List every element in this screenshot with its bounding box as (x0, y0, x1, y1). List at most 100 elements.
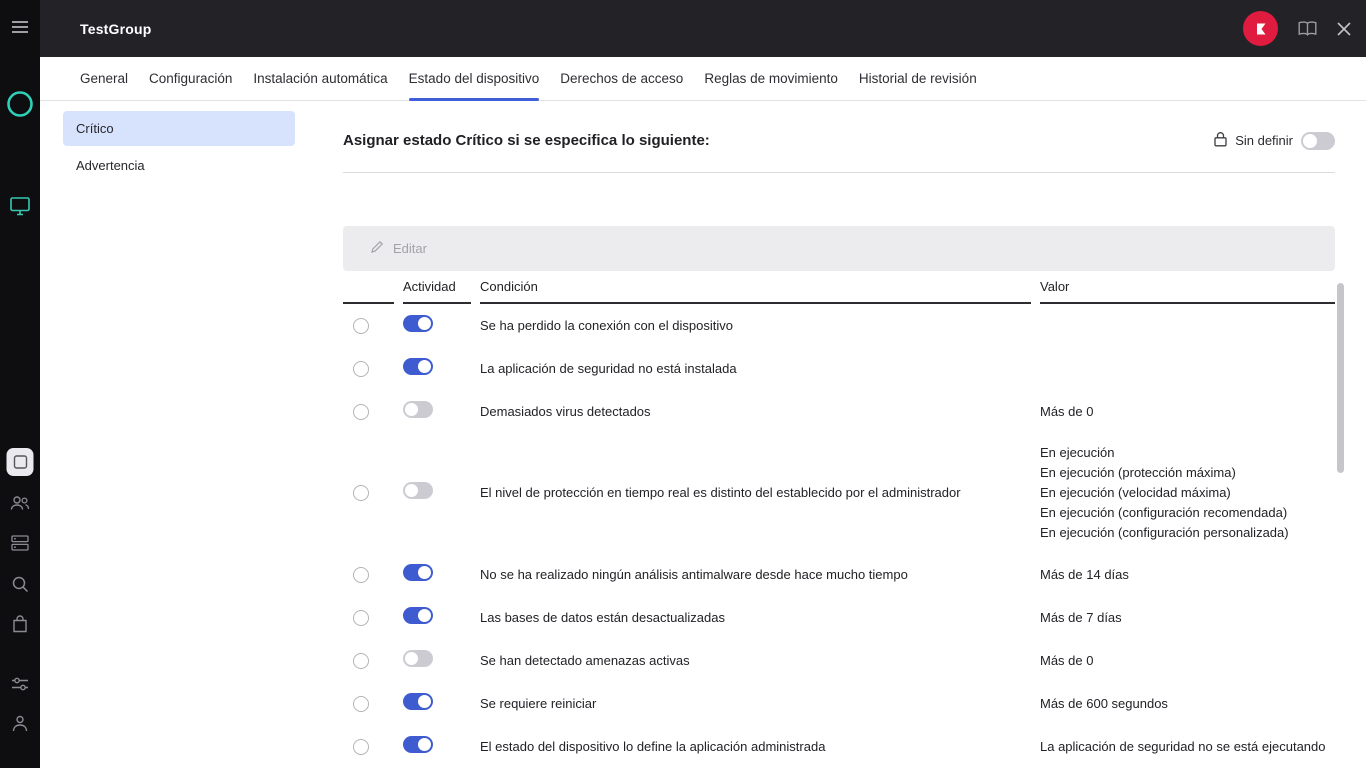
activity-toggle[interactable] (403, 564, 433, 581)
tab-historial-de-revision[interactable]: Historial de revisión (859, 57, 977, 100)
row-select-cell (343, 485, 394, 501)
account-person-icon[interactable] (12, 715, 28, 732)
activity-column-header: Actividad (403, 271, 471, 304)
page-title: Asignar estado Crítico si se especifica … (343, 132, 710, 149)
row-select-cell (343, 318, 394, 334)
group-title: TestGroup (80, 21, 152, 37)
condition-text: La aplicación de seguridad no está insta… (480, 360, 1031, 378)
row-activity-cell (403, 315, 471, 337)
row-radio[interactable] (353, 485, 369, 501)
table-row: Demasiados virus detectados Más de 0 (343, 390, 1335, 433)
active-tool-indicator[interactable] (7, 448, 34, 476)
table-row: La aplicación de seguridad no está insta… (343, 347, 1335, 390)
toggle-knob (1303, 134, 1317, 148)
row-select-cell (343, 653, 394, 669)
tab-reglas-de-movimiento[interactable]: Reglas de movimiento (704, 57, 838, 100)
tab-general[interactable]: General (80, 57, 128, 100)
monitoring-icon[interactable] (10, 197, 30, 216)
row-radio[interactable] (353, 653, 369, 669)
row-select-cell (343, 567, 394, 583)
activity-toggle[interactable] (403, 607, 433, 624)
status-nav-label: Crítico (76, 121, 114, 136)
row-radio[interactable] (353, 696, 369, 712)
activity-toggle[interactable] (403, 358, 433, 375)
status-nav: Crítico Advertencia (40, 101, 295, 768)
row-select-cell (343, 610, 394, 626)
condition-column-header: Condición (480, 271, 1031, 304)
undefined-toggle[interactable] (1301, 132, 1335, 150)
toggle-knob (418, 738, 431, 751)
select-column-header (343, 271, 394, 304)
value-text: Más de 7 días (1040, 608, 1335, 628)
toggle-knob (418, 566, 431, 579)
menu-icon[interactable] (11, 20, 29, 34)
toggle-knob (405, 484, 418, 497)
value-text: La aplicación de seguridad no se está ej… (1040, 737, 1335, 757)
topbar: TestGroup (40, 0, 1366, 57)
status-ring-icon (6, 90, 34, 118)
tab-instalacion-automatica[interactable]: Instalación automática (253, 57, 387, 100)
row-radio[interactable] (353, 567, 369, 583)
row-radio[interactable] (353, 361, 369, 377)
condition-text: El estado del dispositivo lo define la a… (480, 738, 1031, 756)
table-row: Se requiere reiniciar Más de 600 segundo… (343, 682, 1335, 725)
tab-label: Reglas de movimiento (704, 71, 838, 86)
tabs: General Configuración Instalación automá… (40, 57, 1366, 101)
value-text: Más de 0 (1040, 651, 1335, 671)
servers-icon[interactable] (11, 535, 29, 551)
row-activity-cell (403, 736, 471, 758)
value-column-header: Valor (1040, 271, 1335, 304)
tab-estado-del-dispositivo[interactable]: Estado del dispositivo (409, 57, 540, 100)
row-activity-cell (403, 650, 471, 672)
docs-book-icon[interactable] (1297, 20, 1318, 37)
tab-label: Estado del dispositivo (409, 71, 540, 86)
row-radio[interactable] (353, 404, 369, 420)
status-nav-item-advertencia[interactable]: Advertencia (63, 148, 295, 183)
activity-toggle[interactable] (403, 315, 433, 332)
condition-text: Se han detectado amenazas activas (480, 652, 1031, 670)
toggle-knob (418, 317, 431, 330)
conditions-table-header: Actividad Condición Valor (343, 271, 1335, 304)
edit-button[interactable]: Editar (393, 241, 427, 256)
condition-text: El nivel de protección en tiempo real es… (480, 484, 1031, 502)
table-row: Se ha perdido la conexión con el disposi… (343, 304, 1335, 347)
activity-toggle[interactable] (403, 736, 433, 753)
table-row: Las bases de datos están desactualizadas… (343, 596, 1335, 639)
lock-icon (1214, 131, 1227, 150)
row-radio[interactable] (353, 610, 369, 626)
row-select-cell (343, 696, 394, 712)
value-text: En ejecuciónEn ejecución (protección máx… (1040, 433, 1335, 553)
undefined-control: Sin definir (1214, 131, 1335, 150)
device-status-page: General Configuración Instalación automá… (40, 57, 1366, 768)
tab-derechos-de-acceso[interactable]: Derechos de acceso (560, 57, 683, 100)
row-activity-cell (403, 358, 471, 380)
activity-toggle[interactable] (403, 401, 433, 418)
value-text: Más de 14 días (1040, 565, 1335, 585)
edit-pencil-icon (370, 240, 384, 257)
settings-sliders-icon[interactable] (11, 677, 29, 691)
status-nav-item-critico[interactable]: Crítico (63, 111, 295, 146)
tab-configuracion[interactable]: Configuración (149, 57, 232, 100)
users-icon[interactable] (10, 495, 30, 511)
tab-label: Historial de revisión (859, 71, 977, 86)
table-row: Se han detectado amenazas activas Más de… (343, 639, 1335, 682)
close-icon[interactable] (1337, 22, 1351, 36)
activity-toggle[interactable] (403, 650, 433, 667)
row-select-cell (343, 404, 394, 420)
status-nav-label: Advertencia (76, 158, 145, 173)
marketplace-bag-icon[interactable] (12, 615, 28, 633)
toggle-knob (405, 652, 418, 665)
tab-label: General (80, 71, 128, 86)
row-radio[interactable] (353, 739, 369, 755)
kaspersky-logo-badge[interactable] (1243, 11, 1278, 46)
vertical-scrollbar[interactable] (1337, 283, 1344, 473)
search-icon[interactable] (11, 575, 29, 593)
value-text: Más de 600 segundos (1040, 694, 1335, 714)
activity-toggle[interactable] (403, 693, 433, 710)
activity-toggle[interactable] (403, 482, 433, 499)
tab-label: Instalación automática (253, 71, 387, 86)
condition-text: Se requiere reiniciar (480, 695, 1031, 713)
row-radio[interactable] (353, 318, 369, 334)
table-row: El nivel de protección en tiempo real es… (343, 433, 1335, 553)
tab-label: Derechos de acceso (560, 71, 683, 86)
